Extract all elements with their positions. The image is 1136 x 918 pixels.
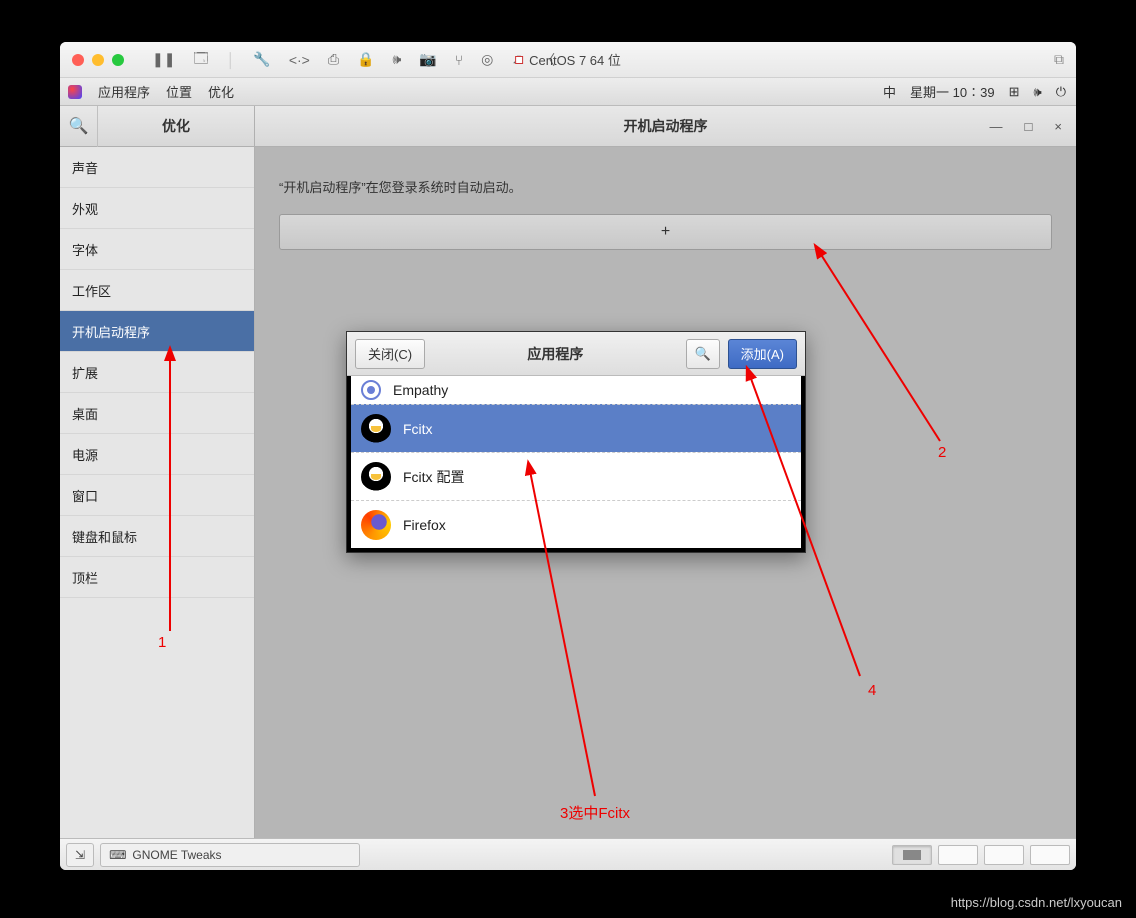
power-icon[interactable]: ⏻ — [1056, 84, 1066, 100]
wrench-icon[interactable]: 🔧 — [253, 51, 270, 68]
menu-places[interactable]: 位置 — [166, 82, 192, 101]
lock-icon[interactable]: 🔒 — [357, 51, 374, 68]
sidebar-item-appearance[interactable]: 外观 — [60, 188, 254, 229]
firefox-icon — [359, 508, 393, 542]
app-label: Fcitx 配置 — [403, 467, 464, 487]
activities-icon[interactable] — [68, 85, 82, 99]
sidebar-item-fonts[interactable]: 字体 — [60, 229, 254, 270]
snapshot-icon[interactable]: 🗔 — [193, 48, 208, 72]
app-label: Empathy — [393, 382, 448, 398]
keyboard-icon: ⌨ — [109, 848, 126, 862]
add-startup-button[interactable]: + — [279, 214, 1052, 250]
plus-icon: + — [661, 223, 670, 241]
gnome-taskbar: ⇲ ⌨ GNOME Tweaks — [60, 838, 1076, 870]
empathy-icon — [359, 378, 383, 402]
startup-hint: “开机启动程序”在您登录系统时自动启动。 — [279, 177, 1052, 196]
menu-tweaks[interactable]: 优化 — [208, 82, 234, 101]
window-minimize-mac[interactable] — [92, 54, 104, 66]
clock[interactable]: 星期一 10∶39 — [910, 82, 995, 101]
gnome-top-bar: 应用程序 位置 优化 中 星期一 10∶39 ⊞ 🕪 ⏻ — [60, 78, 1076, 106]
taskbar-label: GNOME Tweaks — [132, 848, 221, 862]
sound-icon[interactable]: 🕪 — [393, 51, 402, 68]
ime-indicator[interactable]: 中 — [883, 82, 896, 101]
pause-icon[interactable]: ❚❚ — [152, 51, 175, 68]
dialog-search-button[interactable]: 🔍 — [686, 339, 720, 369]
sidebar-item-sound[interactable]: 声音 — [60, 147, 254, 188]
dialog-add-button[interactable]: 添加(A) — [728, 339, 797, 369]
window-maximize[interactable]: □ — [1025, 119, 1033, 134]
sidebar-item-keyboard[interactable]: 键盘和鼠标 — [60, 516, 254, 557]
window-close-mac[interactable] — [72, 54, 84, 66]
workspace-1[interactable] — [892, 845, 932, 865]
mac-titlebar: ❚❚ 🗔 │ 🔧 <·> ⎙ 🔒 🕪 📷 ⑂ ◎ ↗ 〈 CentOS 7 64… — [60, 42, 1076, 78]
fcitx-config-icon — [359, 460, 393, 494]
vm-title: CentOS 7 64 位 — [515, 50, 621, 69]
sidebar-item-workspaces[interactable]: 工作区 — [60, 270, 254, 311]
sidebar-item-startup[interactable]: 开机启动程序 — [60, 311, 254, 352]
sidebar-item-extensions[interactable]: 扩展 — [60, 352, 254, 393]
app-row-fcitx[interactable]: Fcitx — [351, 404, 801, 452]
taskbar-app-tweaks[interactable]: ⌨ GNOME Tweaks — [100, 843, 360, 867]
code-icon[interactable]: <·> — [289, 52, 310, 68]
volume-icon[interactable]: 🕪 — [1034, 84, 1042, 100]
vm-toolbar-icons: ❚❚ 🗔 │ 🔧 <·> ⎙ 🔒 🕪 📷 ⑂ ◎ ↗ 〈 — [152, 48, 555, 72]
show-desktop-button[interactable]: ⇲ — [66, 843, 94, 867]
window-close[interactable]: × — [1054, 119, 1062, 134]
fullscreen-icon[interactable]: ⧉ — [1054, 51, 1064, 68]
traffic-lights — [72, 54, 124, 66]
vm-status-icon — [515, 56, 523, 64]
workspace-2[interactable] — [938, 845, 978, 865]
sidebar-item-power[interactable]: 电源 — [60, 434, 254, 475]
sidebar-item-windows[interactable]: 窗口 — [60, 475, 254, 516]
workspace-4[interactable] — [1030, 845, 1070, 865]
app-row-empathy[interactable]: Empathy — [351, 376, 801, 404]
sidebar-title: 优化 — [98, 116, 254, 136]
dialog-close-button[interactable]: 关闭(C) — [355, 339, 425, 369]
disc-icon[interactable]: ◎ — [481, 51, 493, 68]
network-icon[interactable]: ⊞ — [1009, 84, 1020, 100]
print-icon[interactable]: ⎙ — [328, 51, 339, 68]
app-row-fcitx-config[interactable]: Fcitx 配置 — [351, 452, 801, 500]
app-list: Empathy Fcitx Fcitx 配置 Firefox — [347, 376, 805, 552]
window-maximize-mac[interactable] — [112, 54, 124, 66]
camera-icon[interactable]: 📷 — [419, 51, 436, 68]
usb-icon[interactable]: ⑂ — [455, 52, 463, 68]
vm-title-text: CentOS 7 64 位 — [529, 50, 621, 69]
guest-desktop: 🔍 优化 开机启动程序 — □ × 声音 外观 字体 工作区 开机启动程序 扩展 — [60, 106, 1076, 838]
window-minimize[interactable]: — — [990, 119, 1003, 134]
sidebar-item-topbar[interactable]: 顶栏 — [60, 557, 254, 598]
sidebar-item-desktop[interactable]: 桌面 — [60, 393, 254, 434]
app-chooser-dialog: 关闭(C) 应用程序 🔍 添加(A) Empathy Fcitx Fcitx 配… — [346, 331, 806, 553]
page-title: 开机启动程序 — [624, 116, 708, 136]
menu-applications[interactable]: 应用程序 — [98, 82, 150, 101]
dialog-title: 应用程序 — [433, 344, 678, 364]
sidebar-search-button[interactable]: 🔍 — [60, 106, 98, 147]
sidebar: 声音 外观 字体 工作区 开机启动程序 扩展 桌面 电源 窗口 键盘和鼠标 顶栏 — [60, 147, 255, 838]
app-row-firefox[interactable]: Firefox — [351, 500, 801, 548]
dialog-header: 关闭(C) 应用程序 🔍 添加(A) — [347, 332, 805, 376]
watermark: https://blog.csdn.net/lxyoucan — [951, 895, 1122, 910]
app-label: Fcitx — [403, 421, 433, 437]
fcitx-icon — [359, 412, 393, 446]
tweaks-headerbar: 🔍 优化 开机启动程序 — □ × — [60, 106, 1076, 147]
vm-window: ❚❚ 🗔 │ 🔧 <·> ⎙ 🔒 🕪 📷 ⑂ ◎ ↗ 〈 CentOS 7 64… — [60, 42, 1076, 870]
separator: │ — [227, 52, 236, 68]
workspace-3[interactable] — [984, 845, 1024, 865]
app-label: Firefox — [403, 517, 446, 533]
